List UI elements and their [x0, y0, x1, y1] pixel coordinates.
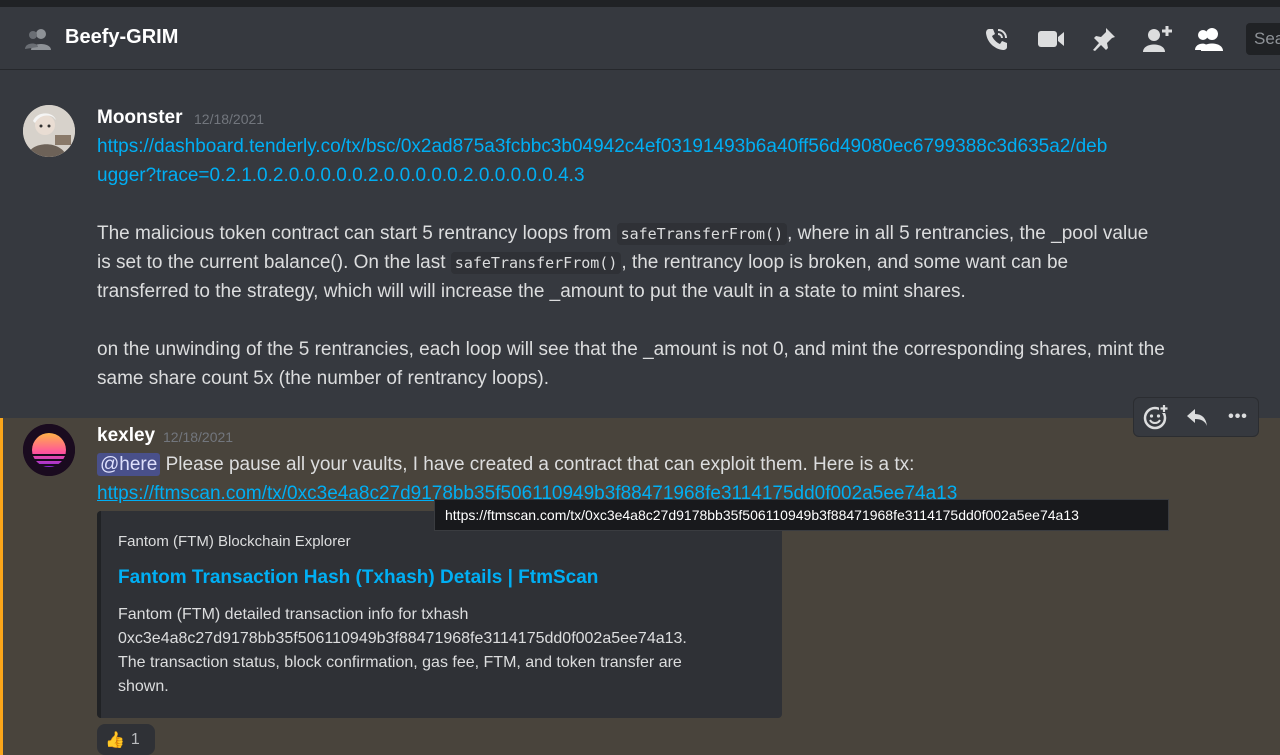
message-text-line: @here Please pause all your vaults, I ha… — [97, 450, 914, 479]
author-name[interactable]: kexley — [97, 425, 155, 447]
embed-description-line: The transaction status, block confirmati… — [118, 654, 682, 671]
embed-description-line: Fantom (FTM) detailed transaction info f… — [118, 606, 469, 623]
mention-tag[interactable]: @here — [97, 453, 161, 476]
text-segment: , where in all 5 rentrancies, the _pool … — [787, 223, 1149, 244]
inline-code: safeTransferFrom() — [450, 252, 622, 274]
inline-code: safeTransferFrom() — [616, 223, 788, 245]
reaction-count: 1 — [130, 730, 140, 748]
embed-description-line: shown. — [118, 678, 169, 695]
embed-provider: Fantom (FTM) Blockchain Explorer — [118, 533, 351, 550]
timestamp: 12/18/2021 — [163, 429, 234, 445]
embed-description-line: 0xc3e4a8c27d9178bb35f506110949b3f8847196… — [118, 630, 687, 647]
message-hover-toolbar: ••• — [1133, 397, 1259, 437]
channel-header: Beefy-GRIM Sea — [0, 7, 1280, 70]
people-icon — [24, 25, 52, 53]
reply-icon[interactable] — [1181, 402, 1213, 432]
message-link[interactable]: https://dashboard.tenderly.co/tx/bsc/0x2… — [97, 132, 1107, 161]
message-text-line: is set to the current balance(). On the … — [97, 248, 1068, 278]
add-reaction-icon[interactable] — [1140, 402, 1172, 432]
link-embed: Fantom (FTM) Blockchain Explorer Fantom … — [97, 511, 782, 718]
embed-title-link[interactable]: Fantom Transaction Hash (Txhash) Details… — [118, 567, 598, 589]
message-text-line: transferred to the strategy, which will … — [97, 281, 966, 302]
mention-bar — [0, 418, 3, 755]
search-input[interactable]: Sea — [1246, 23, 1280, 55]
text-segment: , the rentrancy loop is broken, and some… — [621, 252, 1069, 273]
author-name[interactable]: Moonster — [97, 107, 183, 129]
message-link-continued[interactable]: ugger?trace=0.2.1.0.2.0.0.0.0.0.2.0.0.0.… — [97, 161, 585, 190]
avatar[interactable] — [23, 105, 75, 157]
reaction-thumbs-up[interactable]: 👍 1 — [97, 724, 155, 755]
window-top-strip — [0, 0, 1280, 7]
video-icon[interactable] — [1033, 21, 1069, 57]
message-text-line: on the unwinding of the 5 rentrancies, e… — [97, 339, 1165, 360]
avatar[interactable] — [23, 424, 75, 476]
channel-title: Beefy-GRIM — [65, 26, 179, 48]
link-tooltip: https://ftmscan.com/tx/0xc3e4a8c27d9178b… — [434, 499, 1169, 531]
embed-color-bar — [97, 511, 101, 718]
text-segment: The malicious token contract can start 5… — [97, 223, 617, 244]
text-segment: Please pause all your vaults, I have cre… — [160, 454, 915, 475]
message-text-line: same share count 5x (the number of rentr… — [97, 368, 550, 389]
call-icon[interactable] — [979, 21, 1015, 57]
member-list-icon[interactable] — [1191, 21, 1227, 57]
pin-icon[interactable] — [1086, 21, 1122, 57]
timestamp: 12/18/2021 — [194, 111, 265, 127]
add-member-icon[interactable] — [1139, 21, 1175, 57]
text-segment: is set to the current balance(). On the … — [97, 252, 451, 273]
message-text-line: The malicious token contract can start 5… — [97, 219, 1148, 249]
thumbs-up-icon: 👍 — [105, 731, 125, 749]
more-icon[interactable]: ••• — [1222, 402, 1254, 432]
